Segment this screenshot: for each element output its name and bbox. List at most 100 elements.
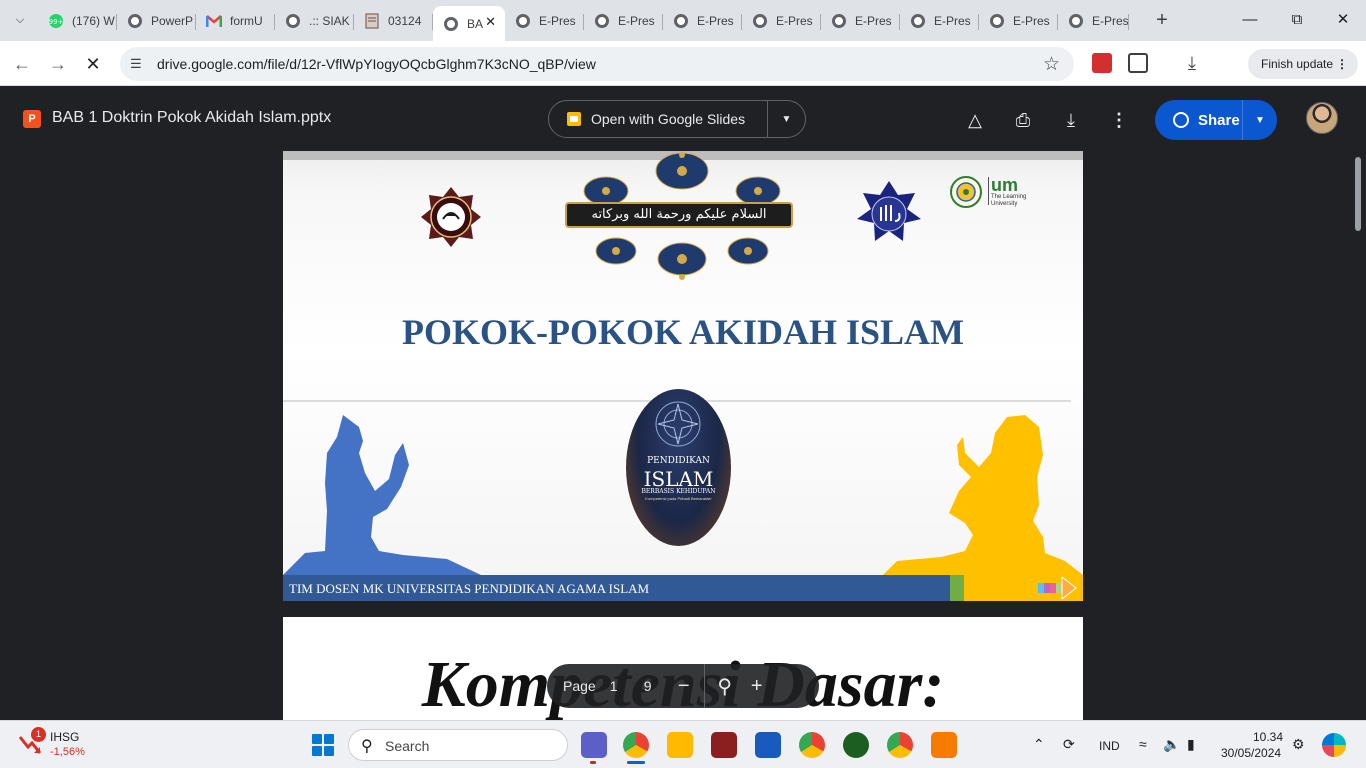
restore-icon: ⧉: [1291, 11, 1303, 28]
copilot-icon[interactable]: [1322, 733, 1346, 757]
finish-update-button[interactable]: Finish update ⋮: [1248, 49, 1358, 79]
tab-epres[interactable]: E-Pres: [900, 6, 979, 35]
chrome-app-icon[interactable]: [799, 732, 825, 758]
tab-epres[interactable]: E-Pres: [663, 6, 742, 35]
open-with-dropdown-button[interactable]: ▼: [768, 114, 805, 125]
pdf-app-icon[interactable]: [931, 732, 957, 758]
tab-label: E-Pres: [618, 13, 655, 28]
restore-button[interactable]: ⧉: [1285, 8, 1309, 32]
arrow-right-icon: →: [49, 54, 67, 74]
tab-epres[interactable]: E-Pres: [742, 6, 821, 35]
language-indicator[interactable]: IND: [1099, 739, 1120, 753]
teams-app-icon[interactable]: [581, 732, 607, 758]
finish-update-label: Finish update: [1261, 57, 1334, 71]
close-icon: ✕: [85, 54, 101, 74]
stop-loading-button[interactable]: ✕: [80, 51, 106, 77]
tab-active-drive[interactable]: BA ✕: [433, 6, 505, 41]
chrome-profile-app-icon[interactable]: [623, 732, 649, 758]
tab-search-button[interactable]: ⌵: [8, 8, 32, 32]
um-logo-text: um: [991, 175, 1018, 195]
close-icon[interactable]: ✕: [485, 14, 496, 30]
globe-icon: [594, 13, 610, 29]
close-window-button[interactable]: ✕: [1331, 8, 1355, 32]
extension-mendeley-icon[interactable]: [1092, 53, 1112, 73]
bookmark-star-icon[interactable]: ☆: [1043, 53, 1060, 76]
tab-powerpoint[interactable]: PowerP: [117, 6, 196, 35]
tab-label: E-Pres: [855, 13, 892, 28]
new-tab-button[interactable]: +: [1150, 8, 1174, 32]
site-settings-icon[interactable]: ☰: [130, 56, 146, 72]
viewer-scrollbar[interactable]: [1355, 157, 1361, 231]
tab-siak[interactable]: .:: SIAK: [275, 6, 354, 35]
tab-document[interactable]: 03124: [354, 6, 433, 35]
globe-icon: [673, 13, 689, 29]
book-line-3: BERBASIS KEHIDUPAN: [641, 488, 716, 495]
file-explorer-icon[interactable]: [667, 732, 693, 758]
tab-epres[interactable]: E-Pres: [979, 6, 1058, 35]
um-logo-subtitle: The Learning University: [991, 194, 1027, 207]
windows-start-button[interactable]: [312, 734, 334, 756]
tab-gmail[interactable]: formU: [196, 6, 275, 35]
forward-button[interactable]: →: [45, 51, 71, 77]
tab-epres[interactable]: E-Pres: [584, 6, 663, 35]
tab-strip: ⌵ 99+ (176) W PowerP formU .:: SIAK 0312…: [0, 0, 1366, 41]
clock-time[interactable]: 10.34: [1253, 730, 1283, 744]
tab-epres[interactable]: E-Pres: [821, 6, 900, 35]
praying-man-silhouette: [283, 415, 481, 575]
back-button[interactable]: ←: [9, 51, 35, 77]
open-with-label: Open with Google Slides: [591, 111, 746, 127]
wifi-icon[interactable]: ≈: [1139, 736, 1147, 752]
viewer-header: P BAB 1 Doktrin Pokok Akidah Islam.pptx …: [0, 86, 1366, 150]
green-app-icon[interactable]: [843, 732, 869, 758]
globe-icon: [910, 13, 926, 29]
extensions-puzzle-icon[interactable]: [1128, 53, 1148, 73]
globe-icon: [1068, 13, 1084, 29]
zoom-out-icon[interactable]: −: [668, 675, 700, 698]
notification-icon[interactable]: ⚙: [1292, 736, 1305, 753]
mandala-icon: [655, 401, 701, 447]
tab-epres[interactable]: E-Pres: [505, 6, 584, 35]
tab-label: 03124: [388, 13, 422, 28]
minimize-button[interactable]: —: [1238, 8, 1262, 32]
svg-text:99+: 99+: [49, 18, 64, 26]
taskbar-search[interactable]: ⚲ Search: [348, 729, 568, 761]
download-icon[interactable]: ⤓: [1182, 53, 1202, 73]
zoom-in-icon[interactable]: +: [741, 675, 773, 698]
sync-icon[interactable]: ⟳: [1063, 736, 1075, 753]
rainbow-arrow-icon: [1038, 577, 1077, 599]
allah-calligraphy-star: [857, 181, 921, 241]
tab-label: E-Pres: [539, 13, 576, 28]
share-dropdown-button[interactable]: ▼: [1243, 115, 1277, 126]
share-button[interactable]: Share: [1155, 100, 1243, 140]
chrome-active-indicator: [627, 761, 645, 764]
print-icon[interactable]: ⎙: [1011, 108, 1035, 132]
book-app-icon[interactable]: [711, 732, 737, 758]
close-icon: ✕: [1336, 11, 1350, 28]
teams-active-indicator: [590, 761, 596, 764]
more-vert-icon[interactable]: ⋮: [1107, 108, 1131, 132]
tab-epres[interactable]: E-Pres: [1058, 6, 1129, 35]
word-app-icon[interactable]: [755, 732, 781, 758]
address-bar[interactable]: ☰ drive.google.com/file/d/12r-VflWpYIogy…: [120, 47, 1074, 81]
download-icon[interactable]: ⤓: [1059, 108, 1083, 132]
battery-icon[interactable]: ▮: [1187, 736, 1195, 753]
windows-taskbar: 1 IHSG -1,56% ⚲ Search ⌃ ⟳ IND ≈ 🔈 ▮ 10.…: [0, 720, 1366, 768]
chevron-up-icon[interactable]: ⌃: [1033, 736, 1045, 753]
url-text[interactable]: drive.google.com/file/d/12r-VflWpYIogyOQ…: [157, 56, 596, 72]
control-separator: [703, 664, 705, 708]
clock-date[interactable]: 30/05/2024: [1221, 746, 1281, 760]
um-seal-icon: [950, 176, 982, 208]
tab-label: E-Pres: [776, 13, 813, 28]
volume-icon[interactable]: 🔈: [1163, 736, 1180, 753]
zoom-icon[interactable]: ⚲: [709, 674, 741, 699]
tab-whatsapp[interactable]: 99+ (176) W: [38, 6, 117, 35]
globe-icon: [443, 16, 459, 32]
open-with-google-slides-button[interactable]: Open with Google Slides: [549, 101, 768, 137]
caret-down-icon: ▼: [1255, 114, 1265, 126]
account-avatar[interactable]: [1306, 102, 1338, 134]
chrome-alt-app-icon[interactable]: [887, 732, 913, 758]
page-number-input[interactable]: 1: [610, 678, 634, 694]
more-vert-icon: ⋮: [1336, 57, 1348, 71]
share-control: Share ▼: [1155, 100, 1277, 140]
add-to-drive-icon[interactable]: △: [963, 108, 987, 132]
